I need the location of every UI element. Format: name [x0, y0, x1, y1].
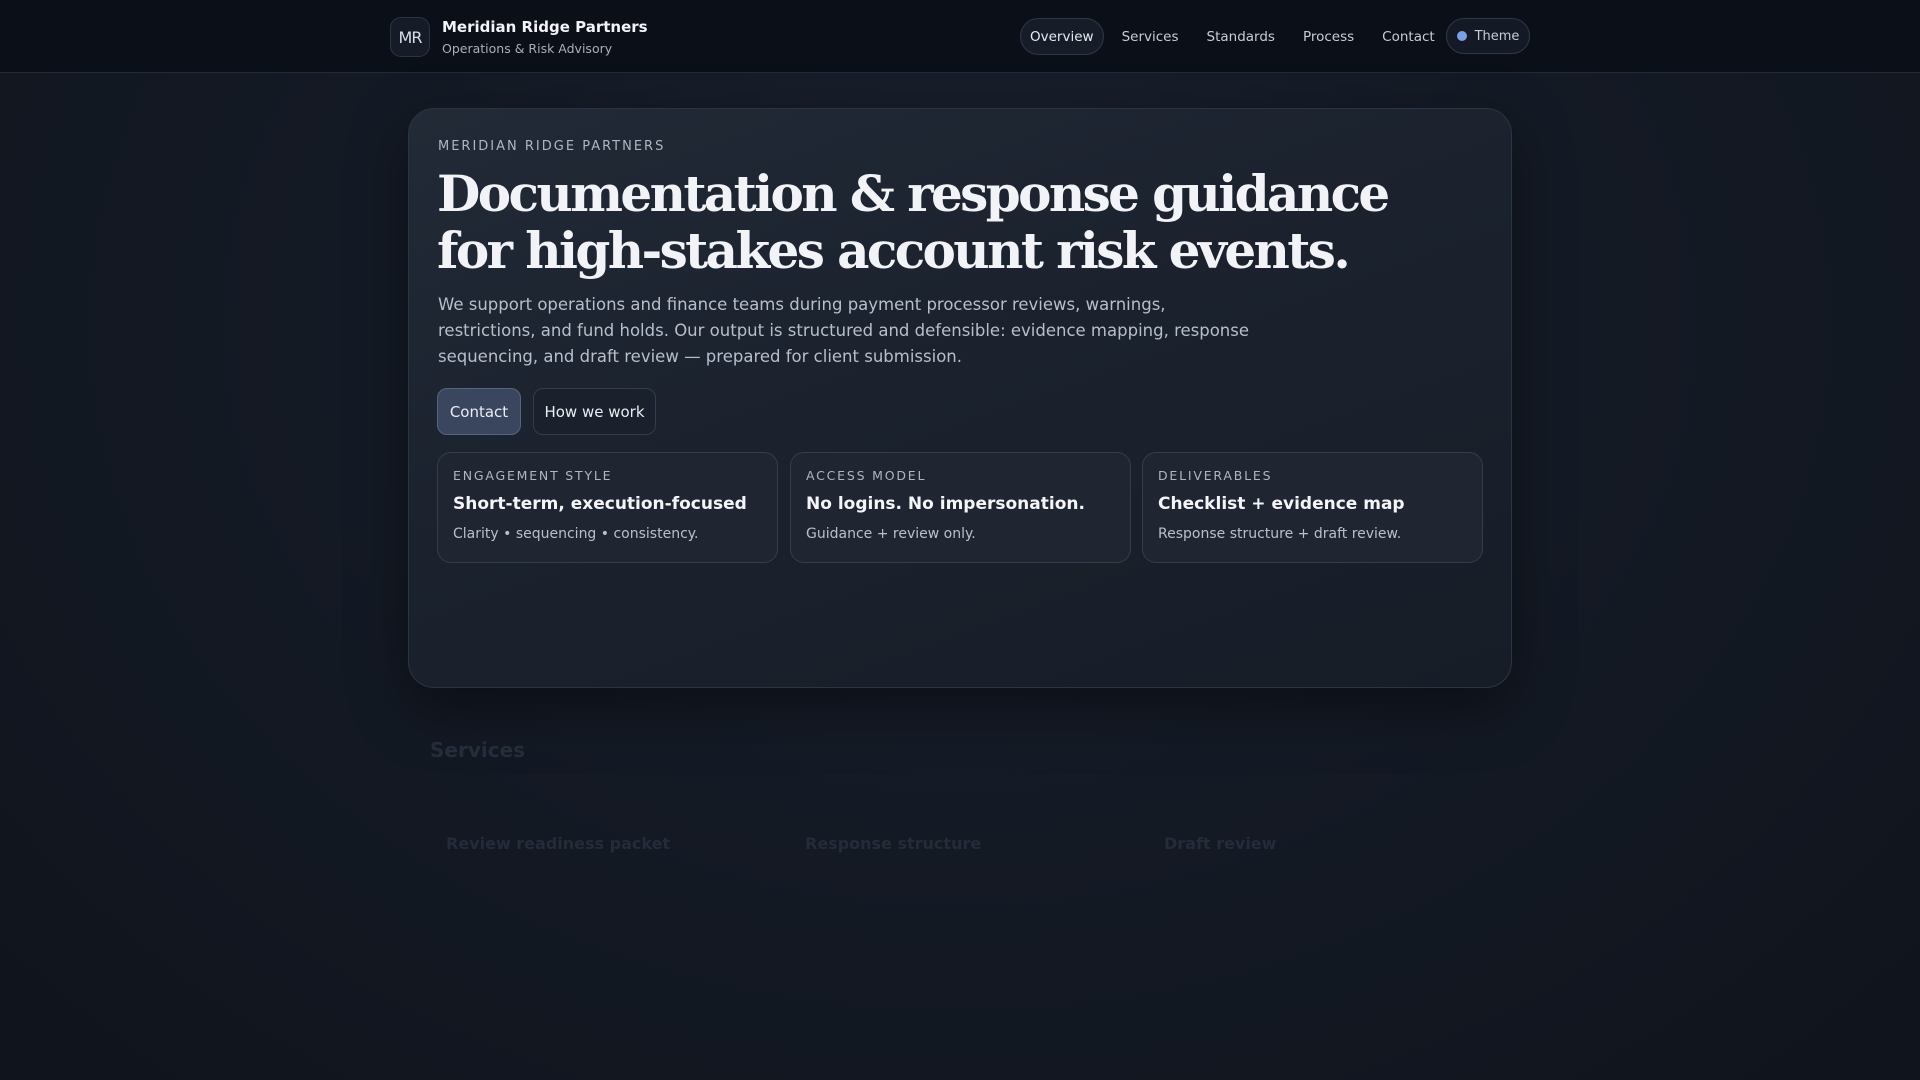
brand[interactable]: MR Meridian Ridge Partners Operations & …: [390, 17, 648, 57]
services-title: Services: [430, 738, 526, 762]
brand-text: Meridian Ridge Partners Operations & Ris…: [442, 18, 648, 56]
feature-label: ACCESS MODEL: [806, 468, 927, 483]
feature-desc: Clarity • sequencing • consistency.: [453, 526, 699, 542]
hero-headline: Documentation & response guidance for hi…: [437, 164, 1390, 280]
feature-desc: Guidance + review only.: [806, 526, 976, 542]
feature-desc: Response structure + draft review.: [1158, 526, 1402, 542]
nav-contact[interactable]: Contact: [1372, 18, 1445, 55]
service-card-response: Response structure: [805, 834, 1135, 853]
service-card-draft: Draft review: [1164, 834, 1494, 853]
contact-button[interactable]: Contact: [437, 388, 521, 435]
theme-dot-icon: [1456, 31, 1467, 41]
theme-toggle-button[interactable]: Theme: [1446, 18, 1530, 54]
feature-title: No logins. No impersonation.: [806, 494, 1085, 514]
nav-services[interactable]: Services: [1112, 18, 1189, 55]
hero-eyebrow: MERIDIAN RIDGE PARTNERS: [438, 139, 666, 154]
brand-logo: MR: [390, 17, 430, 57]
main-nav: Overview Services Standards Process Cont…: [1020, 18, 1453, 55]
feature-card-deliverables: DELIVERABLES Checklist + evidence map Re…: [1142, 452, 1483, 563]
feature-card-access: ACCESS MODEL No logins. No impersonation…: [790, 452, 1131, 563]
brand-subtitle: Operations & Risk Advisory: [442, 41, 613, 56]
hero-card: MERIDIAN RIDGE PARTNERS Documentation & …: [408, 108, 1512, 688]
feature-label: DELIVERABLES: [1158, 468, 1273, 483]
service-title: Response structure: [805, 834, 982, 853]
hero-intro: We support operations and finance teams …: [438, 295, 1250, 366]
service-title: Draft review: [1164, 834, 1277, 853]
brand-name: Meridian Ridge Partners: [442, 18, 648, 36]
nav-standards[interactable]: Standards: [1197, 18, 1285, 55]
feature-card-engagement: ENGAGEMENT STYLE Short-term, execution-f…: [437, 452, 778, 563]
feature-title: Short-term, execution-focused: [453, 494, 747, 514]
services-section: Services Review readiness packet Respons…: [430, 738, 1510, 853]
service-card-readiness: Review readiness packet: [446, 834, 776, 853]
nav-overview[interactable]: Overview: [1020, 18, 1104, 55]
service-title: Review readiness packet: [446, 834, 671, 853]
theme-label: Theme: [1474, 28, 1520, 44]
how-we-work-button[interactable]: How we work: [533, 388, 656, 435]
feature-title: Checklist + evidence map: [1158, 494, 1405, 514]
nav-process[interactable]: Process: [1293, 18, 1364, 55]
top-header: MR Meridian Ridge Partners Operations & …: [0, 0, 1920, 73]
feature-label: ENGAGEMENT STYLE: [453, 468, 613, 483]
